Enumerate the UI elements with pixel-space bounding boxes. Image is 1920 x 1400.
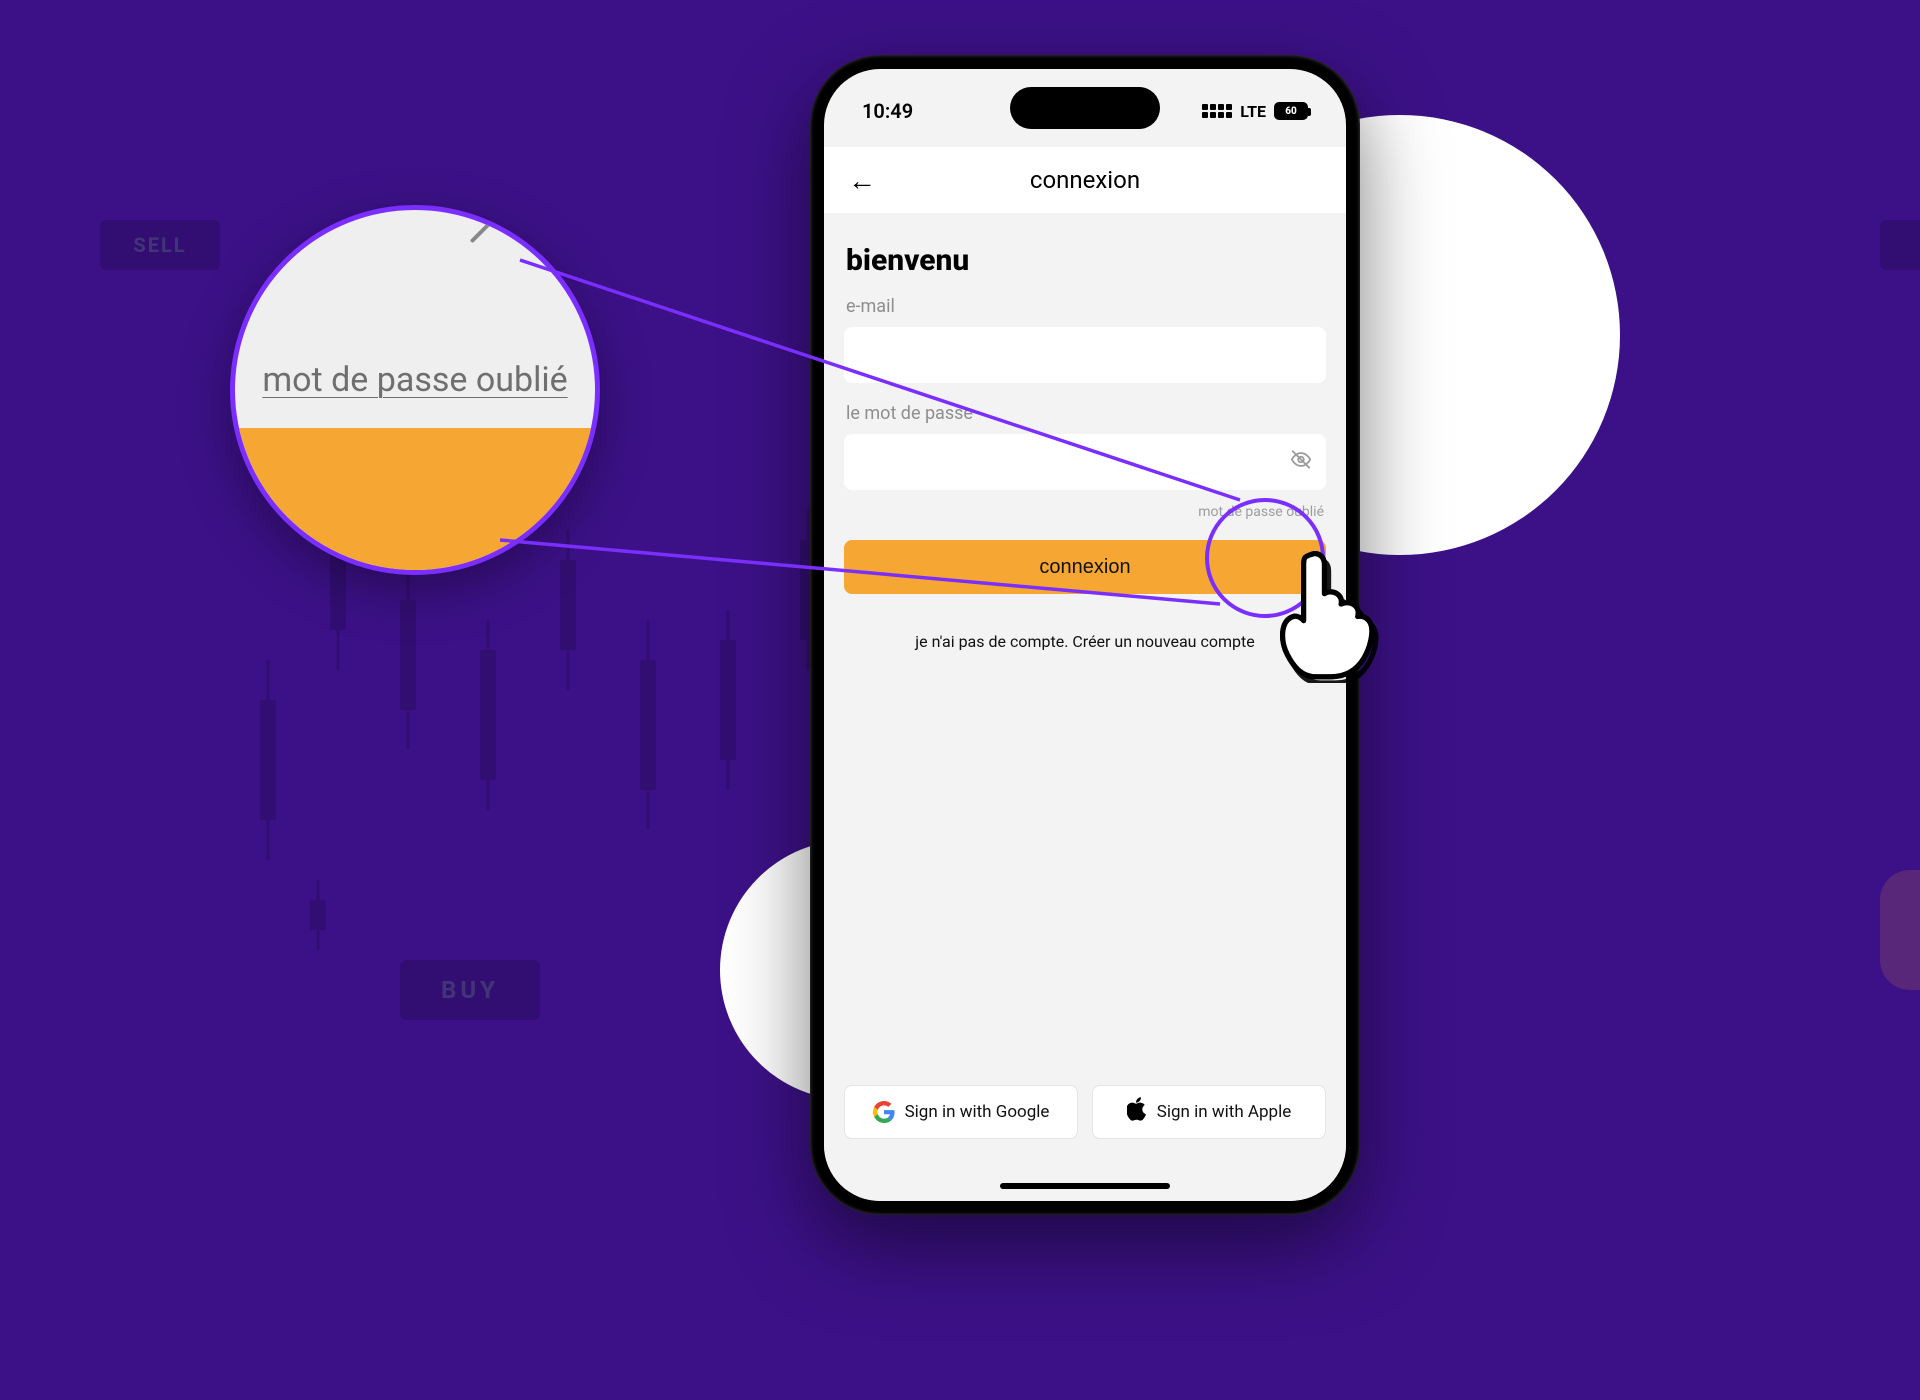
- signal-icon: [1202, 104, 1232, 118]
- magnifier-handle-detail: [470, 221, 493, 244]
- network-label: LTE: [1240, 102, 1266, 121]
- status-right: LTE 60: [1202, 102, 1308, 121]
- apple-sign-in-button[interactable]: Sign in with Apple: [1092, 1085, 1326, 1139]
- magnified-login-button-fragment: [235, 428, 595, 570]
- eye-off-icon[interactable]: [1290, 449, 1312, 476]
- email-field[interactable]: [844, 327, 1326, 383]
- forgot-password-link[interactable]: mot de passe oublié: [846, 504, 1324, 520]
- bg-sell-tag-right: [1880, 220, 1920, 270]
- home-indicator: [1000, 1183, 1170, 1189]
- google-icon: [873, 1101, 895, 1123]
- social-sign-in-row: Sign in with Google Sign in with Apple: [844, 1085, 1326, 1139]
- bg-buy-tag: BUY: [400, 960, 540, 1020]
- apple-icon: [1127, 1097, 1147, 1127]
- battery-icon: 60: [1274, 102, 1308, 120]
- screen-body: bienvenu e-mail le mot de passe mot de p…: [824, 213, 1346, 1201]
- status-bar: 10:49 LTE 60: [824, 91, 1346, 131]
- google-button-label: Sign in with Google: [905, 1102, 1050, 1122]
- google-sign-in-button[interactable]: Sign in with Google: [844, 1085, 1078, 1139]
- welcome-heading: bienvenu: [846, 243, 1326, 278]
- status-time: 10:49: [862, 99, 913, 123]
- bg-sell-tag: SELL: [100, 220, 220, 270]
- email-label: e-mail: [846, 296, 1326, 317]
- magnifier-callout: mot de passe oublié: [230, 205, 600, 575]
- password-field[interactable]: [844, 434, 1326, 490]
- login-button[interactable]: connexion: [844, 540, 1326, 594]
- apple-button-label: Sign in with Apple: [1157, 1102, 1292, 1122]
- create-account-link[interactable]: je n'ai pas de compte. Créer un nouveau …: [844, 632, 1326, 651]
- bg-orange-edge: [1880, 870, 1920, 990]
- magnified-forgot-password: mot de passe oublié: [235, 360, 595, 400]
- pointer-cursor-icon: [1274, 548, 1379, 683]
- phone-screen: 10:49 LTE 60 ← connexion bienvenu e-mail…: [824, 69, 1346, 1201]
- app-header: ← connexion: [824, 147, 1346, 213]
- password-label: le mot de passe: [846, 403, 1326, 424]
- page-title: connexion: [848, 166, 1322, 194]
